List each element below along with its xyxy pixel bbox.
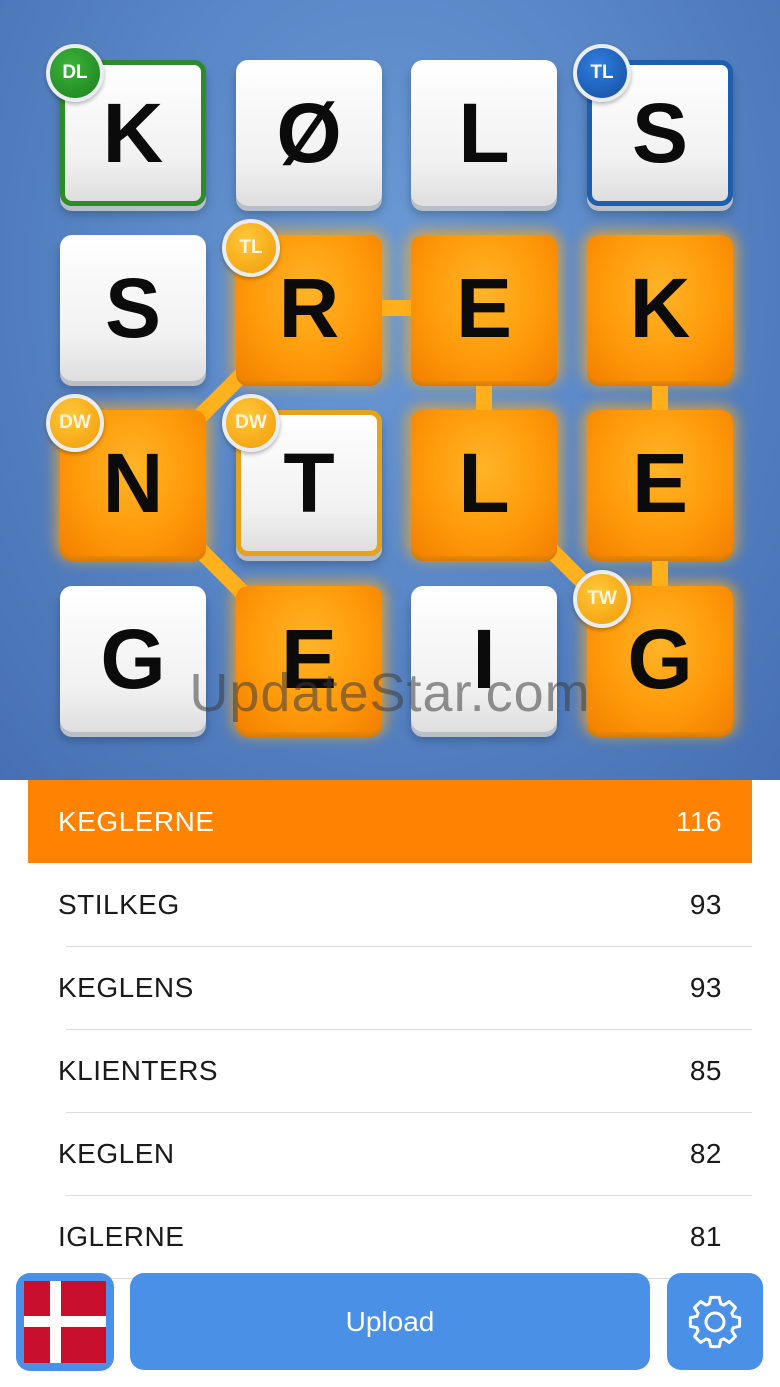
tile-letter: E xyxy=(280,611,338,706)
tile-letter: G xyxy=(627,611,693,706)
tile-letter: E xyxy=(631,435,689,530)
settings-button[interactable] xyxy=(667,1273,763,1370)
tile-2-2[interactable]: L xyxy=(411,410,557,556)
upload-button[interactable]: Upload xyxy=(130,1273,650,1370)
tile-letter: R xyxy=(278,260,340,355)
tile-letter: L xyxy=(458,435,510,530)
tile-letter: K xyxy=(629,260,691,355)
tile-0-1[interactable]: Ø xyxy=(236,60,382,206)
tile-letter: E xyxy=(455,260,513,355)
tile-1-0[interactable]: S xyxy=(60,235,206,381)
tile-1-3[interactable]: K xyxy=(587,235,733,381)
tile-0-2[interactable]: L xyxy=(411,60,557,206)
language-button[interactable] xyxy=(16,1273,114,1371)
word-text: KEGLEN xyxy=(58,1137,175,1169)
tile-letter: S xyxy=(631,85,689,180)
bonus-badge-tl: TL xyxy=(573,44,631,102)
tile-letter: K xyxy=(102,85,164,180)
word-text: KLIENTERS xyxy=(58,1054,219,1086)
tile-3-2[interactable]: I xyxy=(411,586,557,732)
word-row[interactable]: IGLERNE 81 xyxy=(28,1195,752,1278)
tile-letter: L xyxy=(458,85,510,180)
word-row[interactable]: KEGLEN 82 xyxy=(28,1112,752,1195)
tile-letter: N xyxy=(102,435,164,530)
bonus-badge-dl: DL xyxy=(46,44,104,102)
word-score: 93 xyxy=(689,971,722,1003)
bonus-badge-dw: DW xyxy=(46,394,104,452)
tile-2-3[interactable]: E xyxy=(587,410,733,556)
tile-letter: S xyxy=(104,260,162,355)
tile-letter: T xyxy=(283,435,335,530)
tile-letter: I xyxy=(472,611,496,706)
word-text: KEGLERNE xyxy=(58,805,215,837)
word-row[interactable]: KEGLERNE 116 xyxy=(28,780,752,863)
word-text: IGLERNE xyxy=(58,1220,185,1252)
denmark-flag-icon xyxy=(24,1281,106,1363)
word-row[interactable]: KEGLENS 93 xyxy=(28,946,752,1029)
word-row[interactable]: STILKEG 93 xyxy=(28,863,752,946)
tile-3-1[interactable]: E xyxy=(236,586,382,732)
word-score: 82 xyxy=(689,1137,722,1169)
word-row[interactable]: KLIENTERS 85 xyxy=(28,1029,752,1112)
tile-letter: Ø xyxy=(276,85,342,180)
word-text: STILKEG xyxy=(58,888,180,920)
tile-3-0[interactable]: G xyxy=(60,586,206,732)
word-text: KEGLENS xyxy=(58,971,194,1003)
tile-letter: G xyxy=(100,611,166,706)
word-score: 85 xyxy=(689,1054,722,1086)
tile-1-2[interactable]: E xyxy=(411,235,557,381)
word-score: 93 xyxy=(689,888,722,920)
bonus-badge-dw: DW xyxy=(222,394,280,452)
word-score: 81 xyxy=(689,1220,722,1252)
game-board: K DL Ø L S TL S R TL E K N DW T DW L E G E I G TW UpdateStar.… xyxy=(0,0,780,780)
gear-icon xyxy=(688,1295,742,1348)
word-score: 116 xyxy=(675,805,722,837)
bonus-badge-tw: TW xyxy=(573,570,631,628)
bonus-badge-tl: TL xyxy=(222,219,280,277)
